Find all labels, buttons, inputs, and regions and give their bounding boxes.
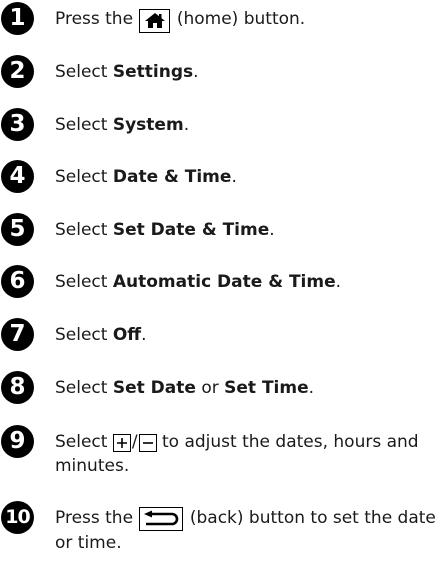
step-5: 5 Select Set Date & Time. — [0, 212, 448, 246]
step-number: 3 — [1, 108, 34, 141]
step-text: Select Settings. — [55, 62, 199, 82]
step-number: 4 — [1, 160, 34, 193]
step-number: 2 — [1, 55, 34, 88]
home-icon — [139, 8, 171, 33]
step-8: 8 Select Set Date or Set Time. — [0, 370, 448, 404]
step-text: Press the (back) button to set the date … — [55, 507, 436, 553]
step-6: 6 Select Automatic Date & Time. — [0, 264, 448, 298]
step-number: 7 — [1, 318, 34, 351]
step-7: 7 Select Off. — [0, 317, 448, 351]
step-text: Select Off. — [55, 325, 147, 345]
step-text: Select Set Date & Time. — [55, 220, 275, 240]
step-2: 2 Select Settings. — [0, 54, 448, 88]
step-number: 8 — [1, 371, 34, 404]
plus-icon — [112, 434, 131, 452]
step-9: 9 Select / to adjust the dates, hours an… — [0, 424, 448, 478]
step-number: 1 — [1, 2, 34, 35]
step-4: 4 Select Date & Time. — [0, 159, 448, 193]
step-text: Select System. — [55, 115, 190, 135]
back-arrow-icon — [139, 507, 184, 531]
step-number: 10 — [1, 501, 34, 534]
step-text: Select / to adjust the dates, hours and … — [55, 432, 419, 476]
step-text: Press the (home) button. — [55, 7, 445, 33]
step-text: Select Automatic Date & Time. — [55, 272, 342, 292]
step-10: 10 Press the (back) button to set the da… — [0, 500, 448, 555]
minus-icon — [138, 434, 157, 452]
step-number: 6 — [1, 265, 34, 298]
step-3: 3 Select System. — [0, 107, 448, 141]
step-text: Select Set Date or Set Time. — [55, 378, 315, 398]
instruction-steps: 1 Press the (home) button. 2 Select Sett… — [0, 0, 448, 570]
step-number: 5 — [1, 213, 34, 246]
step-1: 1 Press the (home) button. — [0, 1, 448, 35]
step-number: 9 — [1, 425, 34, 458]
step-text: Select Date & Time. — [55, 167, 237, 187]
